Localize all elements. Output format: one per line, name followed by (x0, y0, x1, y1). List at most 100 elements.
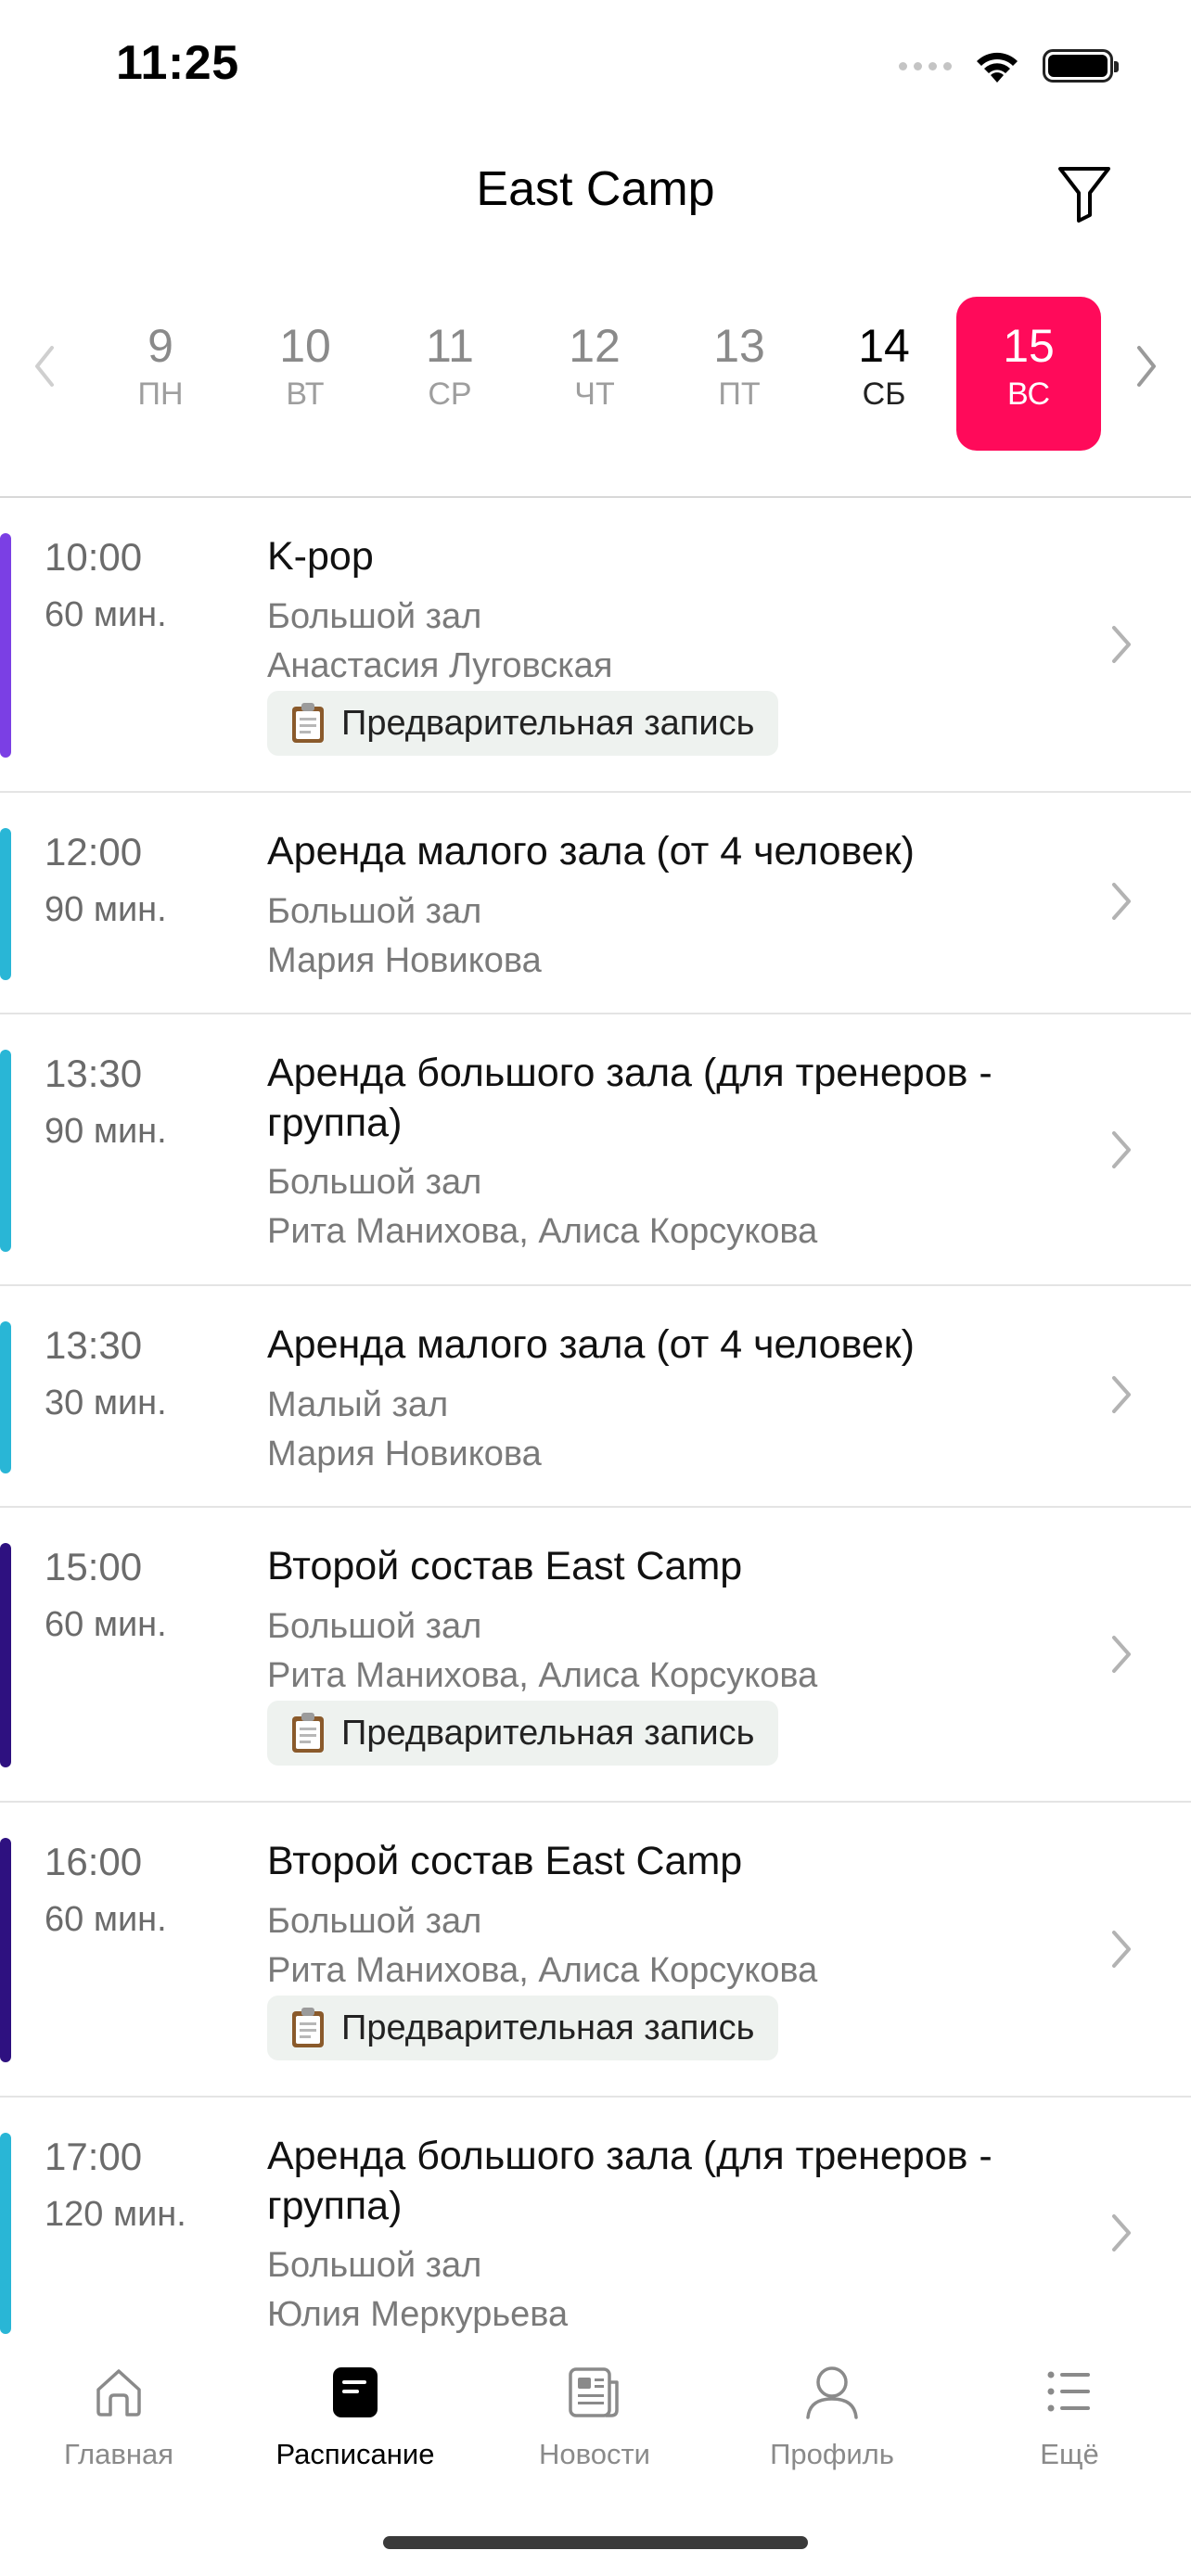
event-trainer: Мария Новикова (267, 1435, 542, 1473)
event-time: 13:30 (45, 1052, 143, 1095)
schedule-item[interactable]: 13:30 90 мин. Аренда большого зала (для … (0, 1014, 1191, 1286)
badge-label: Предварительная запись (341, 1713, 755, 1753)
next-week-button[interactable] (1128, 338, 1165, 394)
event-title: Аренда малого зала (от 4 человек) (267, 1322, 915, 1367)
date-weekday: СР (428, 376, 472, 412)
tab-label: Новости (538, 2438, 650, 2470)
chevron-right-icon (1112, 1931, 1131, 1968)
date-weekday: СБ (862, 376, 906, 412)
date-cell-mon[interactable]: 9 ПН (88, 297, 233, 451)
date-number: 14 (858, 320, 910, 372)
status-icons (899, 43, 1119, 89)
event-title: Второй состав East Camp (267, 1544, 743, 1588)
event-color-bar (0, 1543, 11, 1767)
event-title: Аренда большого зала (для тренеров - гру… (267, 1051, 992, 1145)
event-duration: 60 мин. (45, 595, 167, 634)
date-weekday: ВС (1006, 376, 1051, 412)
schedule-item[interactable]: 10:00 60 мин. K-pop Большой зал Анастаси… (0, 498, 1191, 793)
tab-more[interactable]: Ещё (958, 2362, 1181, 2471)
header: East Camp (0, 139, 1191, 246)
event-trainer: Анастасия Луговская (267, 646, 613, 685)
event-duration: 120 мин. (45, 2195, 186, 2234)
event-title: Аренда малого зала (от 4 человек) (267, 829, 915, 874)
tab-label: Профиль (770, 2438, 894, 2470)
schedule-item[interactable]: 13:30 30 мин. Аренда малого зала (от 4 ч… (0, 1286, 1191, 1508)
home-icon (96, 2369, 141, 2417)
date-cell-fri[interactable]: 13 ПТ (667, 297, 812, 451)
profile-icon (806, 2366, 858, 2419)
event-hall: Большой зал (267, 2246, 482, 2285)
filter-icon (1058, 167, 1110, 223)
tab-profile[interactable]: Профиль (721, 2362, 943, 2471)
date-number: 12 (569, 320, 621, 372)
event-time: 13:30 (45, 1323, 143, 1367)
chevron-right-icon (1112, 626, 1131, 663)
tab-label: Главная (64, 2438, 173, 2470)
tab-schedule[interactable]: Расписание (244, 2362, 467, 2471)
event-title: Второй состав East Camp (267, 1839, 743, 1883)
event-trainer: Рита Манихова, Алиса Корсукова (267, 1656, 818, 1695)
date-number: 11 (426, 320, 474, 372)
chevron-right-icon (1112, 2214, 1131, 2251)
schedule-item[interactable]: 16:00 60 мин. Второй состав East Camp Бо… (0, 1803, 1191, 2098)
wifi-icon (977, 52, 1018, 83)
event-color-bar (0, 1321, 11, 1473)
battery-icon (1043, 49, 1119, 83)
filter-button[interactable] (1052, 161, 1117, 226)
event-duration: 90 мин. (45, 1112, 167, 1151)
event-trainer: Рита Манихова, Алиса Корсукова (267, 1212, 818, 1251)
schedule-item[interactable]: 17:00 120 мин. Аренда большого зала (для… (0, 2098, 1191, 2334)
more-icon (1047, 2371, 1090, 2412)
event-title: K-pop (267, 534, 374, 579)
date-cell-sat[interactable]: 14 СБ (812, 297, 956, 451)
prev-week-button[interactable] (26, 338, 63, 394)
date-cell-wed[interactable]: 11 СР (378, 297, 522, 451)
date-number: 15 (1003, 320, 1055, 372)
date-number: 10 (279, 320, 331, 372)
date-number: 9 (147, 320, 173, 372)
news-icon (569, 2367, 619, 2417)
tab-home[interactable]: Главная (7, 2362, 230, 2471)
clipboard-icon (292, 1713, 324, 1753)
date-cell-sun-selected[interactable]: 15 ВС (956, 297, 1101, 451)
chevron-right-icon (1112, 1636, 1131, 1673)
event-duration: 30 мин. (45, 1384, 167, 1422)
status-bar: 11:25 (0, 0, 1191, 139)
event-hall: Большой зал (267, 892, 482, 931)
date-cell-tue[interactable]: 10 ВТ (233, 297, 378, 451)
event-duration: 60 мин. (45, 1605, 167, 1644)
event-title: Аренда большого зала (для тренеров - гру… (267, 2134, 992, 2228)
chevron-left-icon (35, 346, 54, 387)
chevron-right-icon (1112, 883, 1131, 920)
event-trainer: Мария Новикова (267, 941, 542, 980)
chevron-right-icon (1112, 1131, 1131, 1168)
event-color-bar (0, 1050, 11, 1252)
event-time: 16:00 (45, 1840, 143, 1883)
event-color-bar (0, 533, 11, 758)
event-trainer: Юлия Меркурьева (267, 2295, 569, 2334)
event-duration: 90 мин. (45, 890, 167, 929)
date-cell-thu[interactable]: 12 ЧТ (522, 297, 667, 451)
status-time: 11:25 (116, 36, 239, 90)
event-time: 17:00 (45, 2135, 143, 2178)
event-hall: Большой зал (267, 1163, 482, 1202)
schedule-list: 10:00 60 мин. K-pop Большой зал Анастаси… (0, 498, 1191, 2334)
event-duration: 60 мин. (45, 1900, 167, 1939)
event-hall: Большой зал (267, 1607, 482, 1646)
event-time: 15:00 (45, 1545, 143, 1588)
event-color-bar (0, 828, 11, 980)
pre-registration-badge: Предварительная запись (267, 1701, 779, 1766)
date-number: 13 (713, 320, 765, 372)
clipboard-icon (292, 2008, 324, 2047)
cellular-signal-icon (899, 61, 952, 70)
pre-registration-badge: Предварительная запись (267, 1996, 779, 2060)
tab-news[interactable]: Новости (483, 2362, 706, 2471)
event-time: 12:00 (45, 830, 143, 874)
badge-label: Предварительная запись (341, 2008, 755, 2047)
schedule-item[interactable]: 15:00 60 мин. Второй состав East Camp Бо… (0, 1508, 1191, 1803)
event-hall: Большой зал (267, 597, 482, 636)
tab-label: Ещё (1040, 2438, 1099, 2470)
schedule-icon (333, 2367, 378, 2417)
schedule-item[interactable]: 12:00 90 мин. Аренда малого зала (от 4 ч… (0, 793, 1191, 1014)
home-indicator[interactable] (383, 2536, 808, 2549)
